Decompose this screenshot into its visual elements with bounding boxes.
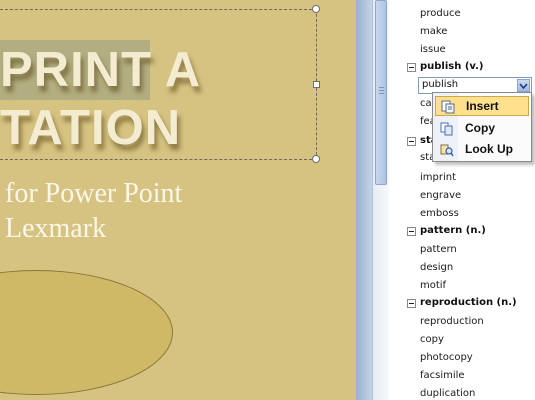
title-placeholder-frame[interactable] <box>0 5 320 163</box>
slide-subtitle-line-2[interactable]: Lexmark <box>5 213 106 245</box>
scrollbar-thumb[interactable] <box>375 0 387 185</box>
collapse-icon[interactable] <box>407 63 416 72</box>
list-item[interactable]: produce <box>420 8 461 19</box>
research-pane: produce make issue publish (v.) publish … <box>389 0 535 400</box>
list-item[interactable]: issue <box>420 44 446 55</box>
menu-item-copy[interactable]: Copy <box>435 118 529 138</box>
collapse-icon[interactable] <box>407 227 416 236</box>
heading-reproduction[interactable]: reproduction (n.) <box>420 297 517 308</box>
thumb-grip-line <box>379 93 384 94</box>
list-item[interactable]: imprint <box>420 172 456 183</box>
dropdown-context-menu: Insert Copy Look Up <box>432 92 532 162</box>
list-item[interactable]: copy <box>420 334 444 345</box>
dropdown-value: publish <box>422 79 459 90</box>
menu-item-label: Insert <box>466 99 499 113</box>
list-item[interactable]: photocopy <box>420 352 473 363</box>
copy-icon <box>440 121 454 136</box>
heading-pattern[interactable]: pattern (n.) <box>420 225 486 236</box>
chevron-down-icon[interactable] <box>517 79 530 92</box>
thumb-grip-line <box>379 87 384 88</box>
slide-pane-border <box>356 0 372 400</box>
slide-vertical-scrollbar[interactable] <box>372 0 389 400</box>
list-item[interactable]: pattern <box>420 244 457 255</box>
menu-item-insert[interactable]: Insert <box>435 96 529 116</box>
menu-item-label: Look Up <box>465 142 513 156</box>
collapse-icon[interactable] <box>407 299 416 308</box>
list-item[interactable]: reproduction <box>420 316 484 327</box>
collapse-icon[interactable] <box>407 137 416 146</box>
list-item[interactable]: make <box>420 26 447 37</box>
list-item[interactable]: engrave <box>420 190 461 201</box>
resize-handle-bottom-right[interactable] <box>312 155 320 163</box>
menu-item-look-up[interactable]: Look Up <box>435 139 529 159</box>
resize-handle-top-right[interactable] <box>312 5 320 13</box>
slide-subtitle-line-1[interactable]: for Power Point <box>5 178 182 210</box>
ellipse-shape[interactable] <box>0 270 173 395</box>
menu-item-label: Copy <box>465 121 495 135</box>
list-item[interactable]: emboss <box>420 208 459 219</box>
list-item[interactable]: design <box>420 262 453 273</box>
resize-handle-right[interactable] <box>313 81 320 88</box>
slide-canvas[interactable]: PRINT A TATION for Power Point Lexmark <box>0 0 356 400</box>
thumb-grip-line <box>379 90 384 91</box>
look-up-icon <box>440 142 454 157</box>
insert-icon <box>441 99 455 114</box>
heading-publish[interactable]: publish (v.) <box>420 61 484 72</box>
list-item[interactable]: motif <box>420 280 446 291</box>
list-item[interactable]: duplication <box>420 388 475 399</box>
list-item[interactable]: facsimile <box>420 370 465 381</box>
